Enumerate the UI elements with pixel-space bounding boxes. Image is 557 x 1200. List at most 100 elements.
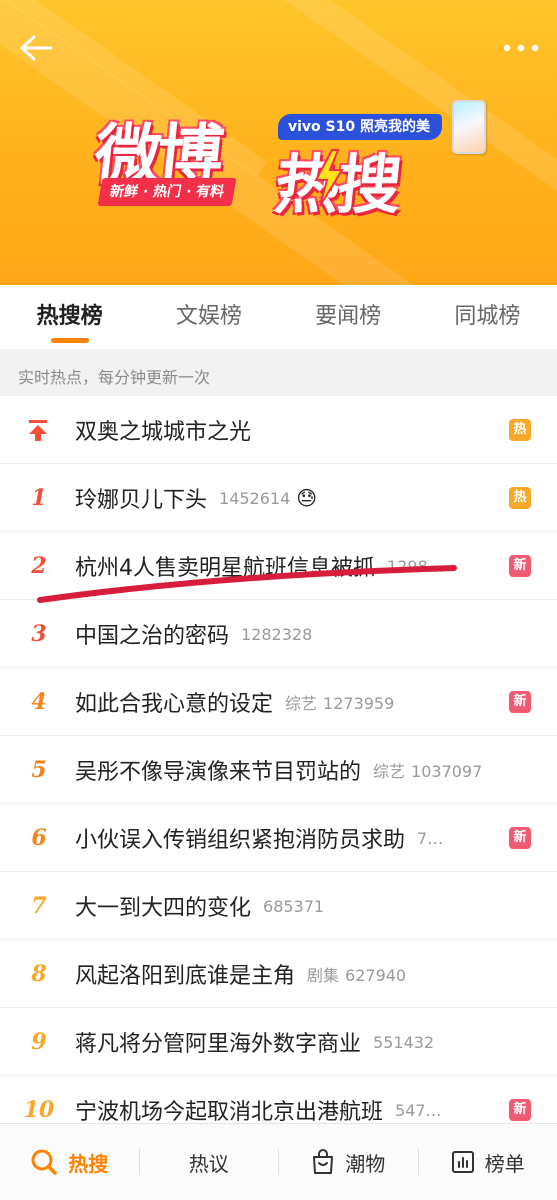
weibo-hot-search-logo: 微博 新鲜 · 热门 · 有料 热搜 vivo S10 照亮我的美: [91, 96, 496, 236]
topic-category: 剧集: [307, 966, 340, 985]
tab-label: 文娱榜: [175, 304, 242, 329]
bottom-nav-trends[interactable]: 潮物: [279, 1124, 418, 1200]
rank-number: 6: [31, 825, 47, 851]
heat-count: 1282328: [241, 624, 313, 644]
bottom-nav-label: 热议: [188, 1151, 229, 1176]
heat-count: 1452614: [219, 488, 291, 508]
heat-count: 685371: [263, 896, 325, 916]
logo-tagline: 新鲜 · 热门 · 有料: [97, 178, 237, 206]
topic-meta: 551432: [373, 1033, 434, 1052]
hot-search-row[interactable]: 5 吴彤不像导演像来节目罚站的 综艺 1037097: [0, 736, 557, 804]
topic-meta: 剧集 627940: [307, 962, 406, 986]
lightning-bolt-icon: [314, 149, 344, 207]
topic-meta: 综艺 1273959: [285, 690, 394, 714]
update-notice: 实时热点，每分钟更新一次: [0, 349, 557, 396]
hot-search-row[interactable]: 6 小伙误入传销组织紧抱消防员求助 7… 新: [0, 804, 557, 872]
more-button[interactable]: [499, 30, 543, 66]
rank-number: 8: [31, 961, 47, 987]
bottom-nav-label: 榜单: [484, 1151, 525, 1176]
hot-search-row[interactable]: 8 风起洛阳到底谁是主角 剧集 627940: [0, 940, 557, 1008]
rank-number: 1: [31, 485, 47, 511]
logo-resou-text: 热搜: [271, 148, 404, 223]
topic-meta: 1282328: [241, 625, 312, 644]
topic-meta: 综艺 1037097: [373, 758, 482, 782]
row-content: 玲娜贝儿下头 1452614 😓: [75, 464, 499, 532]
topic-title: 双奥之城城市之光: [75, 420, 252, 445]
bottom-nav-rankings[interactable]: 榜单: [419, 1124, 557, 1200]
rank-number: 4: [31, 689, 47, 715]
tab-news[interactable]: 要闻榜: [279, 285, 418, 349]
new-badge: 新: [509, 555, 531, 577]
topic-title: 杭州4人售卖明星航班信息被抓: [75, 556, 375, 581]
hot-search-list: 双奥之城城市之光热 1 玲娜贝儿下头 1452614 😓 热 2 杭州4人售卖明星航班信息被抓…: [0, 396, 557, 1144]
hot-search-row[interactable]: 9 蒋凡将分管阿里海外数字商业 551432: [0, 1008, 557, 1076]
active-tab-indicator: [50, 338, 89, 343]
back-button[interactable]: [14, 26, 58, 70]
topic-title: 宁波机场今起取消北京出港航班: [75, 1100, 384, 1125]
hot-badge: 热: [509, 487, 531, 509]
row-content: 双奥之城城市之光: [75, 396, 499, 464]
topic-category: 综艺: [285, 694, 318, 713]
ranking-tabs: 热搜榜 文娱榜 要闻榜 同城榜: [0, 285, 557, 349]
tab-label: 要闻榜: [315, 304, 382, 329]
row-content: 中国之治的密码 1282328: [75, 600, 499, 668]
heat-count: 1037097: [411, 762, 483, 781]
hot-search-row[interactable]: 7 大一到大四的变化 685371: [0, 872, 557, 940]
rank-number: 3: [31, 621, 47, 647]
topic-title: 吴彤不像导演像来节目罚站的: [75, 760, 362, 785]
tab-label: 同城榜: [454, 304, 521, 329]
topic-title: 风起洛阳到底谁是主角: [75, 964, 296, 989]
topic-title: 中国之治的密码: [75, 624, 230, 649]
hot-search-row[interactable]: 2 杭州4人售卖明星航班信息被抓 1298… 新: [0, 532, 557, 600]
hot-badge: 热: [509, 419, 531, 441]
tab-entertainment[interactable]: 文娱榜: [139, 285, 278, 349]
heat-count: 7…: [417, 828, 444, 848]
row-content: 风起洛阳到底谁是主角 剧集 627940: [75, 940, 499, 1008]
shopping-bag-icon: [313, 1149, 334, 1174]
topic-meta: 547…: [395, 1101, 442, 1120]
row-content: 小伙误入传销组织紧抱消防员求助 7…: [75, 804, 499, 872]
topic-title: 如此合我心意的设定: [75, 692, 274, 717]
chart-icon: [451, 1151, 474, 1173]
tab-local[interactable]: 同城榜: [418, 285, 557, 349]
new-badge: 新: [509, 1099, 531, 1121]
rank-number: 2: [31, 553, 47, 579]
topic-meta: 1298…: [387, 557, 444, 576]
header-banner: 微博 新鲜 · 热门 · 有料 热搜 vivo S10 照亮我的美: [0, 0, 557, 285]
rank-number: 5: [31, 757, 47, 783]
topic-title: 蒋凡将分管阿里海外数字商业: [75, 1032, 362, 1057]
heat-count: 1298…: [387, 556, 444, 576]
topic-category: 综艺: [373, 762, 406, 781]
topic-meta: 7…: [417, 829, 443, 848]
more-dots-icon: [503, 44, 539, 52]
bottom-nav-label: 热搜: [68, 1151, 109, 1176]
sponsor-pill[interactable]: vivo S10 照亮我的美: [278, 114, 442, 140]
hot-search-row[interactable]: 3 中国之治的密码 1282328: [0, 600, 557, 668]
row-content: 蒋凡将分管阿里海外数字商业 551432: [75, 1008, 499, 1076]
new-badge: 新: [509, 827, 531, 849]
back-arrow-icon: [20, 35, 53, 61]
hot-search-row[interactable]: 双奥之城城市之光 热: [0, 396, 557, 464]
phone-image: [452, 100, 486, 154]
topic-title: 玲娜贝儿下头: [75, 488, 208, 513]
topic-title: 大一到大四的变化: [75, 896, 252, 921]
hot-search-row[interactable]: 4 如此合我心意的设定 综艺 1273959 新: [0, 668, 557, 736]
heat-count: 1273959: [323, 694, 395, 713]
tab-hot-search[interactable]: 热搜榜: [0, 285, 139, 349]
heat-count: 547…: [395, 1100, 442, 1120]
topic-title: 小伙误入传销组织紧抱消防员求助: [75, 828, 406, 853]
search-icon: [31, 1149, 57, 1175]
bottom-nav-label: 潮物: [345, 1151, 386, 1176]
bottom-nav: 热搜 热议 潮物 榜单: [0, 1123, 557, 1200]
row-content: 杭州4人售卖明星航班信息被抓 1298…: [75, 532, 499, 600]
bottom-nav-hot-search[interactable]: 热搜: [0, 1124, 139, 1200]
topic-meta: 685371: [263, 897, 324, 916]
topic-meta: 1452614: [219, 489, 290, 508]
heat-count: 627940: [345, 966, 407, 985]
rank-number: 7: [31, 893, 47, 919]
sweat-emoji-icon: 😓: [296, 486, 318, 510]
rank-number: 9: [31, 1029, 47, 1055]
hot-search-row[interactable]: 1 玲娜贝儿下头 1452614 😓 热: [0, 464, 557, 532]
bottom-nav-discussion[interactable]: 热议: [140, 1124, 279, 1200]
row-content: 吴彤不像导演像来节目罚站的 综艺 1037097: [75, 736, 499, 804]
